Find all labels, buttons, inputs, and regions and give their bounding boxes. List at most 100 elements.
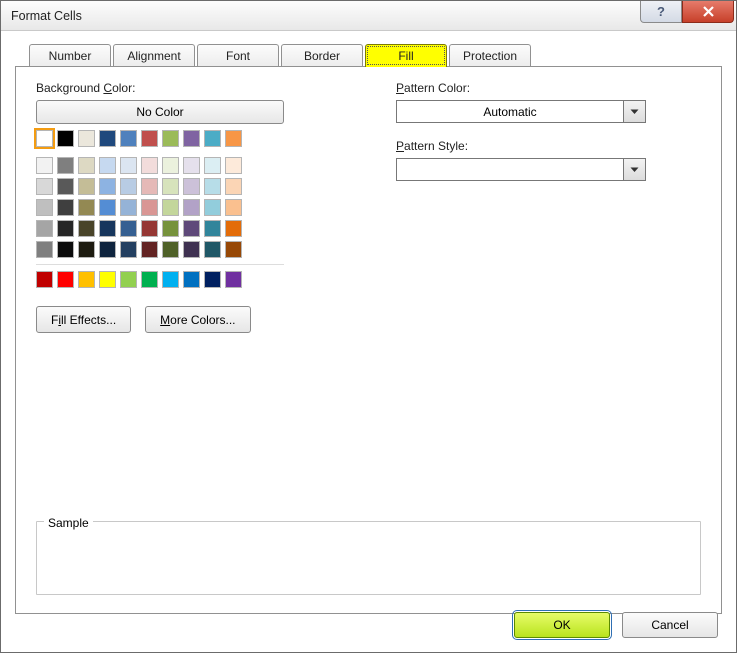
tabstrip: Number Alignment Font Border Fill Protec… bbox=[29, 43, 722, 66]
help-icon: ? bbox=[657, 4, 665, 19]
close-button[interactable] bbox=[682, 1, 734, 23]
color-swatch[interactable] bbox=[78, 271, 95, 288]
color-swatch[interactable] bbox=[99, 220, 116, 237]
color-swatch[interactable] bbox=[162, 157, 179, 174]
color-swatch[interactable] bbox=[225, 241, 242, 258]
pattern-style-combo[interactable] bbox=[396, 158, 646, 181]
palette-standard-row bbox=[36, 271, 284, 288]
color-swatch[interactable] bbox=[36, 199, 53, 216]
color-swatch[interactable] bbox=[183, 271, 200, 288]
color-swatch[interactable] bbox=[57, 199, 74, 216]
color-swatch[interactable] bbox=[99, 241, 116, 258]
color-swatch[interactable] bbox=[99, 178, 116, 195]
right-column: Pattern Color: Automatic Pattern Style: bbox=[396, 81, 701, 333]
color-swatch[interactable] bbox=[36, 220, 53, 237]
color-swatch[interactable] bbox=[141, 220, 158, 237]
color-swatch[interactable] bbox=[120, 130, 137, 147]
color-swatch[interactable] bbox=[225, 178, 242, 195]
color-swatch[interactable] bbox=[78, 220, 95, 237]
cancel-button[interactable]: Cancel bbox=[622, 612, 718, 638]
color-swatch[interactable] bbox=[57, 271, 74, 288]
color-swatch[interactable] bbox=[162, 178, 179, 195]
color-swatch[interactable] bbox=[57, 178, 74, 195]
color-swatch[interactable] bbox=[141, 178, 158, 195]
color-swatch[interactable] bbox=[36, 178, 53, 195]
no-color-button[interactable]: No Color bbox=[36, 100, 284, 124]
color-swatch[interactable] bbox=[204, 130, 221, 147]
tab-alignment[interactable]: Alignment bbox=[113, 44, 195, 67]
pattern-color-combo[interactable]: Automatic bbox=[396, 100, 646, 123]
help-button[interactable]: ? bbox=[640, 1, 682, 23]
color-swatch[interactable] bbox=[141, 199, 158, 216]
color-swatch[interactable] bbox=[141, 130, 158, 147]
palette-theme-row bbox=[36, 199, 284, 216]
color-swatch[interactable] bbox=[141, 271, 158, 288]
color-swatch[interactable] bbox=[225, 199, 242, 216]
tab-border[interactable]: Border bbox=[281, 44, 363, 67]
color-swatch[interactable] bbox=[183, 178, 200, 195]
color-swatch[interactable] bbox=[120, 271, 137, 288]
color-swatch[interactable] bbox=[99, 130, 116, 147]
color-swatch[interactable] bbox=[120, 199, 137, 216]
color-swatch[interactable] bbox=[120, 157, 137, 174]
color-swatch[interactable] bbox=[78, 199, 95, 216]
color-swatch[interactable] bbox=[120, 220, 137, 237]
color-swatch[interactable] bbox=[204, 271, 221, 288]
color-swatch[interactable] bbox=[57, 130, 74, 147]
color-swatch[interactable] bbox=[183, 130, 200, 147]
color-swatch[interactable] bbox=[78, 178, 95, 195]
sample-group: Sample bbox=[36, 507, 701, 595]
color-swatch[interactable] bbox=[78, 157, 95, 174]
color-swatch[interactable] bbox=[78, 130, 95, 147]
color-swatch[interactable] bbox=[162, 130, 179, 147]
color-swatch[interactable] bbox=[225, 271, 242, 288]
color-swatch[interactable] bbox=[183, 157, 200, 174]
color-swatch[interactable] bbox=[36, 271, 53, 288]
color-swatch[interactable] bbox=[141, 157, 158, 174]
color-swatch[interactable] bbox=[36, 241, 53, 258]
color-swatch[interactable] bbox=[141, 241, 158, 258]
color-swatch[interactable] bbox=[36, 157, 53, 174]
color-swatch[interactable] bbox=[225, 130, 242, 147]
more-colors-button[interactable]: More Colors... bbox=[145, 306, 250, 333]
color-swatch[interactable] bbox=[99, 157, 116, 174]
palette-theme-row bbox=[36, 178, 284, 195]
color-swatch[interactable] bbox=[120, 241, 137, 258]
pattern-style-label: Pattern Style: bbox=[396, 139, 701, 153]
color-swatch[interactable] bbox=[204, 199, 221, 216]
color-swatch[interactable] bbox=[120, 178, 137, 195]
tab-font[interactable]: Font bbox=[197, 44, 279, 67]
color-swatch[interactable] bbox=[162, 241, 179, 258]
ok-button[interactable]: OK bbox=[514, 612, 610, 638]
tab-protection[interactable]: Protection bbox=[449, 44, 531, 67]
color-swatch[interactable] bbox=[204, 178, 221, 195]
tab-fill[interactable]: Fill bbox=[365, 44, 447, 67]
chevron-down-icon bbox=[623, 159, 645, 180]
color-swatch[interactable] bbox=[162, 271, 179, 288]
color-swatch[interactable] bbox=[57, 220, 74, 237]
dialog-body: Number Alignment Font Border Fill Protec… bbox=[1, 31, 736, 652]
color-swatch[interactable] bbox=[162, 199, 179, 216]
window-title: Format Cells bbox=[11, 9, 82, 23]
color-swatch[interactable] bbox=[36, 130, 53, 147]
palette-theme-row bbox=[36, 220, 284, 237]
color-swatch[interactable] bbox=[57, 241, 74, 258]
color-swatch[interactable] bbox=[99, 199, 116, 216]
color-swatch[interactable] bbox=[204, 220, 221, 237]
palette-theme-row bbox=[36, 157, 284, 174]
color-swatch[interactable] bbox=[78, 241, 95, 258]
color-swatch[interactable] bbox=[99, 271, 116, 288]
color-swatch[interactable] bbox=[204, 157, 221, 174]
color-swatch[interactable] bbox=[225, 220, 242, 237]
dialog-buttons: OK Cancel bbox=[514, 612, 718, 638]
color-swatch[interactable] bbox=[183, 241, 200, 258]
color-swatch[interactable] bbox=[162, 220, 179, 237]
color-swatch[interactable] bbox=[204, 241, 221, 258]
color-swatch[interactable] bbox=[183, 199, 200, 216]
palette-theme-row bbox=[36, 241, 284, 258]
tab-number[interactable]: Number bbox=[29, 44, 111, 67]
color-swatch[interactable] bbox=[225, 157, 242, 174]
color-swatch[interactable] bbox=[183, 220, 200, 237]
color-swatch[interactable] bbox=[57, 157, 74, 174]
fill-effects-button[interactable]: Fill Effects... bbox=[36, 306, 131, 333]
